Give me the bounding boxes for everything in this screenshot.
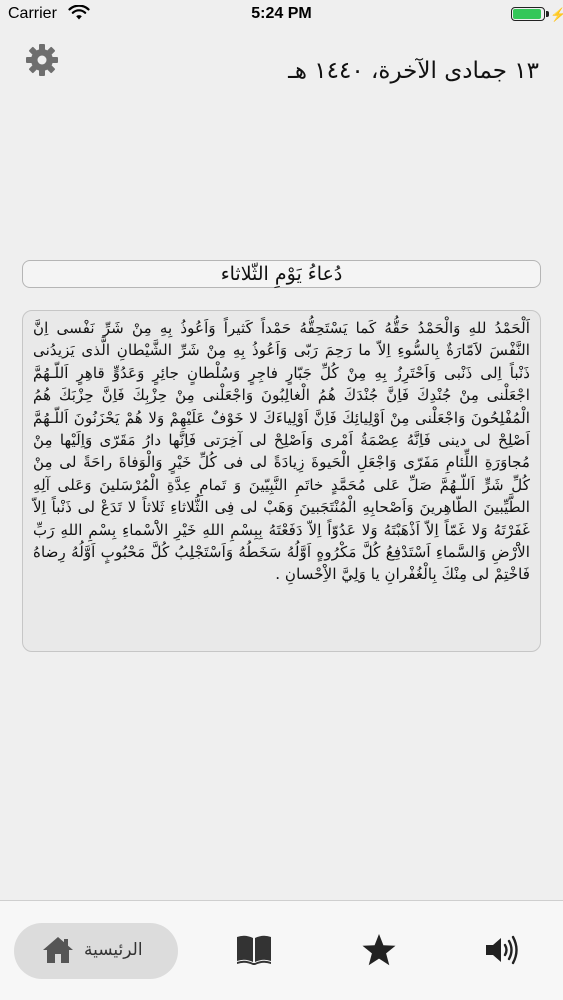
prayer-title: دُعاءُ يَوْمِ الثّلاثاء bbox=[22, 260, 541, 288]
speaker-icon[interactable] bbox=[484, 933, 524, 971]
clock: 5:24 PM bbox=[251, 5, 312, 22]
charging-icon: ⚡ bbox=[550, 7, 563, 22]
home-icon bbox=[42, 935, 74, 969]
battery-level bbox=[513, 9, 541, 19]
battery-icon: ⚡ bbox=[511, 7, 563, 23]
book-icon[interactable] bbox=[234, 933, 274, 971]
tab-bar: الرئيسية bbox=[0, 900, 563, 1000]
tab-home-label: الرئيسية bbox=[84, 940, 143, 960]
settings-gear-icon[interactable] bbox=[24, 42, 60, 78]
status-bar: Carrier 5:24 PM ⚡ bbox=[0, 0, 563, 30]
star-icon[interactable] bbox=[361, 933, 397, 971]
tab-home[interactable]: الرئيسية bbox=[14, 923, 178, 979]
prayer-text: اَلْحَمْدُ للهِ وَالْحَمْدُ حَقُّهُ كَما… bbox=[22, 310, 541, 652]
hijri-date: ١٣ جمادى الآخرة، ١٤٤٠ هـ bbox=[288, 58, 539, 84]
